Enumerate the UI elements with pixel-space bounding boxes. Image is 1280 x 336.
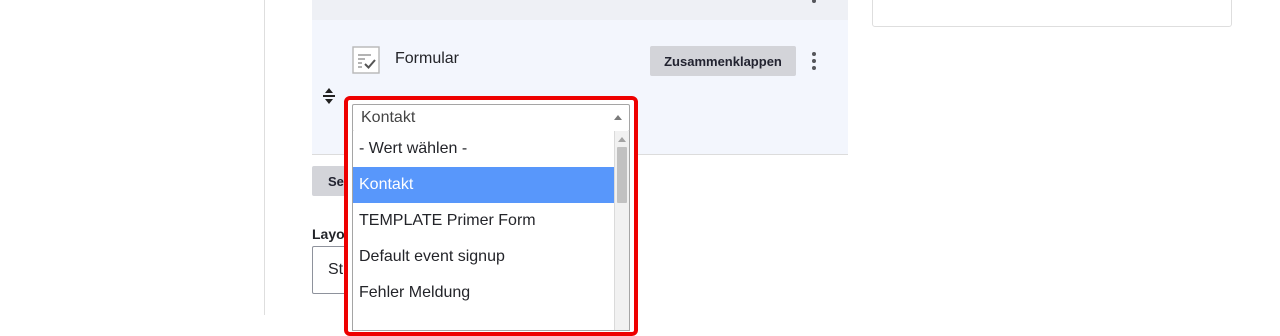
scroll-thumb[interactable] <box>617 147 627 203</box>
option-kontakt[interactable]: Kontakt <box>353 167 614 203</box>
content-divider <box>264 0 265 315</box>
previous-paragraph-strip <box>312 0 848 20</box>
form-select-value: Kontakt <box>361 109 416 126</box>
form-select-listbox: - Wert wählen - Kontakt TEMPLATE Primer … <box>352 131 630 331</box>
option-template-primer-form[interactable]: TEMPLATE Primer Form <box>353 203 614 239</box>
drag-handle-icon[interactable] <box>321 87 337 105</box>
select-arrow-icon <box>614 115 622 120</box>
previous-kebab-menu-icon[interactable] <box>805 0 823 6</box>
kebab-menu-icon[interactable] <box>805 50 823 72</box>
scroll-up-arrow-icon[interactable] <box>618 137 626 142</box>
option-fehler-meldung[interactable]: Fehler Meldung <box>353 275 614 311</box>
paragraph-title: Formular <box>395 50 460 67</box>
collapse-button[interactable]: Zusammenklappen <box>650 46 796 76</box>
option-default-event-signup[interactable]: Default event signup <box>353 239 614 275</box>
form-check-icon <box>352 46 380 74</box>
form-select[interactable]: Kontakt <box>352 104 630 132</box>
sidebar-card <box>872 0 1232 27</box>
option-placeholder[interactable]: - Wert wählen - <box>353 131 614 167</box>
listbox-scrollbar[interactable] <box>614 131 629 330</box>
